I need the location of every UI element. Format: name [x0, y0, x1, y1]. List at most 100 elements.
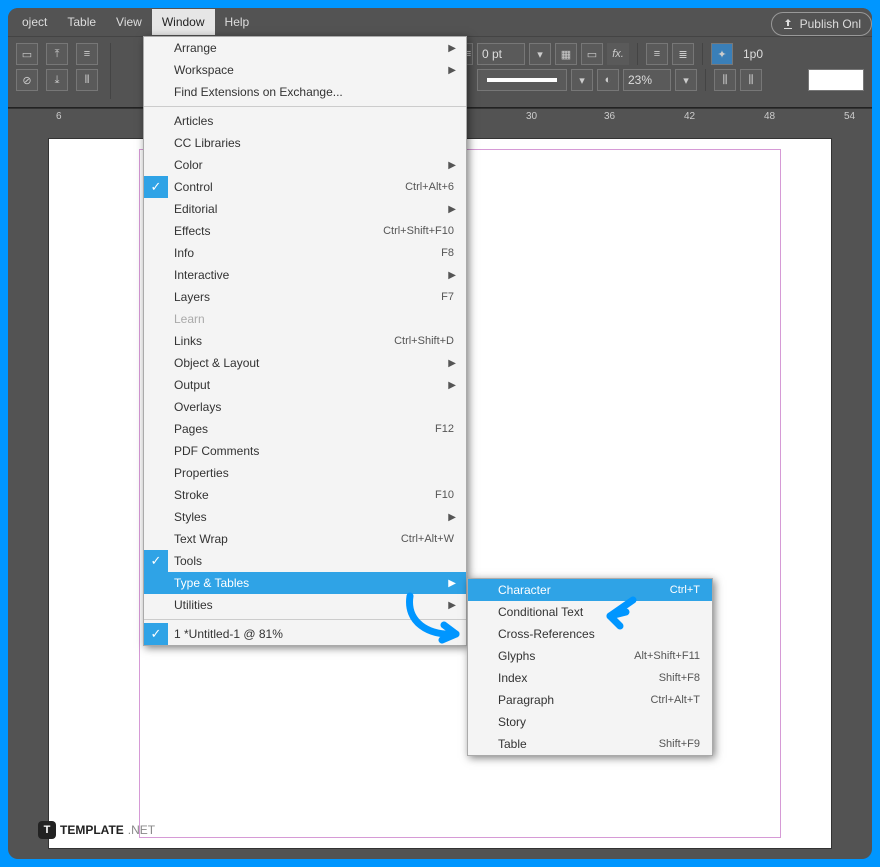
fx-button[interactable]: fx. [607, 43, 629, 65]
menu-shortcut: F8 [441, 247, 454, 259]
menu-item-glyphs[interactable]: GlyphsAlt+Shift+F11 [468, 645, 712, 667]
publish-button[interactable]: Publish Onl [771, 12, 872, 36]
menu-item-stroke[interactable]: StrokeF10 [144, 484, 466, 506]
menu-shortcut: Ctrl+Alt+6 [405, 181, 454, 193]
opacity-dropdown[interactable]: ▾ [675, 69, 697, 91]
check-icon: ✓ [144, 550, 168, 572]
menu-label: Info [174, 246, 441, 260]
menu-label: Arrange [174, 41, 454, 55]
menu-item-output[interactable]: Output▶ [144, 374, 466, 396]
menu-item-editorial[interactable]: Editorial▶ [144, 198, 466, 220]
type-tables-submenu: CharacterCtrl+T Conditional Text Cross-Ref… [467, 578, 713, 756]
menu-item-effects[interactable]: EffectsCtrl+Shift+F10 [144, 220, 466, 242]
menu-item-properties[interactable]: Properties [144, 462, 466, 484]
ruler-tick: 6 [56, 111, 62, 122]
menu-window[interactable]: Window [152, 9, 215, 35]
menu-item-find-extensions-on-exchange-[interactable]: Find Extensions on Exchange... [144, 81, 466, 103]
align-bottom-icon[interactable]: ⤓ [46, 69, 68, 91]
menu-item-styles[interactable]: Styles▶ [144, 506, 466, 528]
menu-item-type-tables[interactable]: Type & Tables▶ [144, 572, 466, 594]
menu-item-index[interactable]: IndexShift+F8 [468, 667, 712, 689]
menu-item-character[interactable]: CharacterCtrl+T [468, 579, 712, 601]
align-h2-icon[interactable]: ⫼ [740, 69, 762, 91]
menu-item-conditional-text[interactable]: Conditional Text [468, 601, 712, 623]
opacity-icon[interactable]: ◐ [597, 69, 619, 91]
menu-shortcut: Ctrl+Alt+W [401, 533, 454, 545]
outline-icon[interactable]: ▭ [581, 43, 603, 65]
transform-icon[interactable]: ✦ [711, 43, 733, 65]
menu-item-story[interactable]: Story [468, 711, 712, 733]
menu-label: Conditional Text [498, 605, 700, 619]
menu-help[interactable]: Help [215, 9, 260, 35]
menu-item-object-layout[interactable]: Object & Layout▶ [144, 352, 466, 374]
menu-separator [144, 619, 466, 620]
menu-table[interactable]: Table [57, 9, 106, 35]
stroke-style-dropdown[interactable]: ▾ [571, 69, 593, 91]
publish-label: Publish Onl [800, 17, 861, 31]
page-thumb[interactable] [808, 69, 864, 91]
menu-label: Overlays [174, 400, 454, 414]
menu-label: Text Wrap [174, 532, 401, 546]
chevron-right-icon: ▶ [448, 270, 456, 281]
menu-item-text-wrap[interactable]: Text WrapCtrl+Alt+W [144, 528, 466, 550]
menu-shortcut: F7 [441, 291, 454, 303]
menu-label: 1 *Untitled-1 @ 81% [174, 627, 454, 641]
menu-label: Color [174, 158, 454, 172]
container-icon[interactable]: ▭ [16, 43, 38, 65]
ruler-tick: 42 [684, 111, 695, 122]
menu-item-1-untitled-1-81-[interactable]: ✓1 *Untitled-1 @ 81% [144, 623, 466, 645]
distribute-icon[interactable]: ⫴ [76, 69, 98, 91]
menu-label: Articles [174, 114, 454, 128]
menu-item-cross-references[interactable]: Cross-References [468, 623, 712, 645]
upload-icon [782, 18, 794, 30]
menu-shortcut: Shift+F8 [659, 672, 700, 684]
chevron-right-icon: ▶ [448, 358, 456, 369]
menu-item-layers[interactable]: LayersF7 [144, 286, 466, 308]
opacity-field[interactable] [623, 69, 671, 91]
watermark-logo: T TEMPLATE.NET [38, 821, 155, 839]
menu-item-workspace[interactable]: Workspace▶ [144, 59, 466, 81]
menu-item-cc-libraries[interactable]: CC Libraries [144, 132, 466, 154]
align-top-icon[interactable]: ⤒ [46, 43, 68, 65]
menu-item-pdf-comments[interactable]: PDF Comments [144, 440, 466, 462]
menu-label: Character [498, 583, 670, 597]
menu-item-overlays[interactable]: Overlays [144, 396, 466, 418]
chevron-right-icon: ▶ [448, 160, 456, 171]
menu-label: Control [174, 180, 405, 194]
page-indicator: 1p0 [743, 47, 763, 61]
paragraph-left-icon[interactable]: ≡ [646, 43, 668, 65]
menu-item-arrange[interactable]: Arrange▶ [144, 37, 466, 59]
menu-label: Cross-References [498, 627, 700, 641]
menu-view[interactable]: View [106, 9, 152, 35]
menu-label: Pages [174, 422, 435, 436]
menu-item-pages[interactable]: PagesF12 [144, 418, 466, 440]
stroke-weight-field[interactable] [477, 43, 525, 65]
menu-label: Learn [174, 312, 454, 326]
menu-item-info[interactable]: InfoF8 [144, 242, 466, 264]
menu-item-interactive[interactable]: Interactive▶ [144, 264, 466, 286]
pt-dropdown[interactable]: ▾ [529, 43, 551, 65]
window-menu: Arrange▶Workspace▶Find Extensions on Exc… [143, 36, 467, 646]
menu-label: Tools [174, 554, 454, 568]
menu-item-paragraph[interactable]: ParagraphCtrl+Alt+T [468, 689, 712, 711]
menu-item-articles[interactable]: Articles [144, 110, 466, 132]
align-mid-icon[interactable]: ≡ [76, 43, 98, 65]
stroke-style[interactable] [477, 69, 567, 91]
menu-item-links[interactable]: LinksCtrl+Shift+D [144, 330, 466, 352]
chevron-right-icon: ▶ [448, 204, 456, 215]
menu-item-table[interactable]: TableShift+F9 [468, 733, 712, 755]
menu-label: Interactive [174, 268, 454, 282]
menu-item-color[interactable]: Color▶ [144, 154, 466, 176]
menu-oject[interactable]: oject [12, 9, 57, 35]
menu-item-tools[interactable]: ✓ Tools [144, 550, 466, 572]
paragraph-center-icon[interactable]: ≣ [672, 43, 694, 65]
menu-label: Utilities [174, 598, 454, 612]
menu-item-utilities[interactable]: Utilities▶ [144, 594, 466, 616]
grid-icon[interactable]: ▦ [555, 43, 577, 65]
no-link-icon[interactable]: ⊘ [16, 69, 38, 91]
logo-icon: T [38, 821, 56, 839]
menu-label: Type & Tables [174, 576, 454, 590]
menu-label: Object & Layout [174, 356, 454, 370]
align-h1-icon[interactable]: ⫼ [714, 69, 736, 91]
menu-item-control[interactable]: ✓ControlCtrl+Alt+6 [144, 176, 466, 198]
